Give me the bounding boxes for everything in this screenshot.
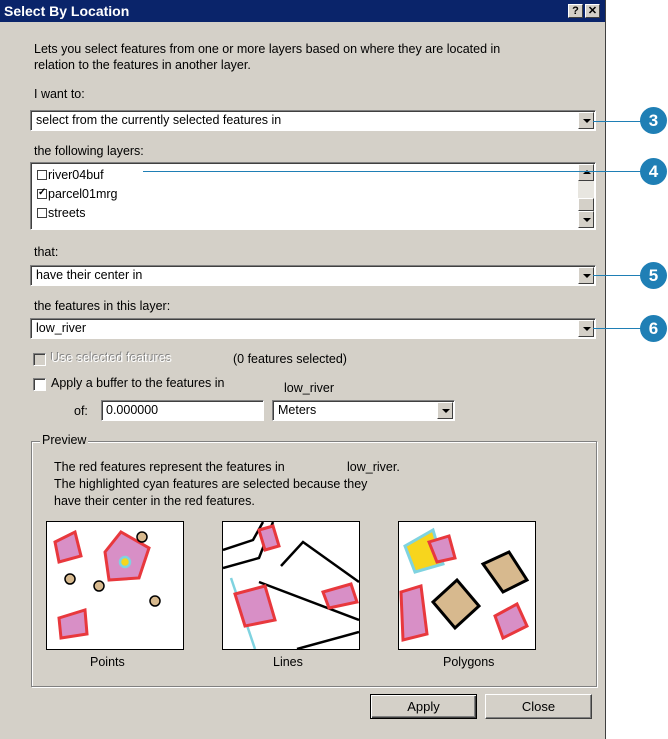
callout-6: 6 [640,315,667,342]
title-bar: Select By Location ? ✕ [0,0,605,22]
close-button[interactable]: Close [485,694,592,719]
buffer-units-dropdown-arrow[interactable] [437,402,453,419]
buffer-layer-name: low_river [284,381,335,395]
relation-value: have their center in [36,268,143,282]
apply-buffer-label: Apply a buffer to the features in [51,376,225,390]
method-value: select from the currently selected featu… [36,113,282,127]
lines-preview-graphic [222,521,360,651]
scroll-thumb[interactable] [578,198,594,211]
scroll-down-arrow[interactable] [578,211,594,228]
method-select[interactable]: select from the currently selected featu… [30,110,596,131]
buffer-units-value: Meters [278,403,317,417]
buffer-distance-input[interactable] [101,400,264,421]
layer-item-parcel01mrg[interactable]: parcel01mrg [37,187,117,201]
points-preview-graphic [53,529,161,640]
layers-scrollbar[interactable] [578,164,594,228]
preview-title: Preview [40,433,89,447]
lines-preview [222,521,360,651]
buffer-units-select[interactable]: Meters [272,400,455,421]
preview-line-2: The highlighted cyan features are select… [54,477,368,491]
close-window-button[interactable]: ✕ [585,4,600,18]
layers-list[interactable]: river04buf parcel01mrg streets [30,162,596,230]
description-line-1: Lets you select features from one or mor… [34,42,501,56]
points-caption: Points [90,655,125,669]
buffer-of-label: of: [74,404,88,418]
polygons-preview-graphic [399,527,530,642]
window-title: Select By Location [4,3,130,19]
layer-item-streets[interactable]: streets [37,206,86,220]
layer-checkbox[interactable] [37,170,47,180]
layer-checkbox[interactable] [37,208,47,218]
source-layer-dropdown-arrow[interactable] [578,320,594,337]
selected-count-text: (0 features selected) [233,352,347,366]
preview-line-1: The red features represent the features … [54,460,285,474]
callout-4-leader [143,171,641,172]
callout-6-leader [593,328,641,329]
preview-layer-name: low_river. [347,460,400,474]
layer-item-label: river04buf [48,168,104,182]
preview-line-3: have their center in the red features. [54,494,255,508]
use-selected-checkbox[interactable] [33,353,46,366]
callout-5-leader [593,275,641,276]
layer-checkbox[interactable] [37,187,47,199]
polygons-preview [398,521,536,650]
help-button[interactable]: ? [568,4,583,18]
relation-dropdown-arrow[interactable] [578,267,594,284]
relation-label: that: [34,245,59,259]
select-by-location-dialog: Select By Location ? ✕ Lets you select f… [0,0,606,739]
use-selected-label: Use selected features [51,351,172,365]
points-preview [46,521,184,650]
layer-item-label: streets [48,206,86,220]
method-dropdown-arrow[interactable] [578,112,594,129]
scroll-up-arrow[interactable] [578,164,594,181]
layer-item-river04buf[interactable]: river04buf [37,168,104,182]
apply-button[interactable]: Apply [370,694,477,719]
callout-4: 4 [640,158,667,185]
source-layer-select[interactable]: low_river [30,318,596,339]
apply-buffer-checkbox[interactable] [33,378,46,391]
relation-select[interactable]: have their center in [30,265,596,286]
layer-item-label: parcel01mrg [48,187,118,201]
source-layer-value: low_river [36,321,87,335]
callout-5: 5 [640,262,667,289]
callout-3-leader [593,121,641,122]
method-label: I want to: [34,87,85,101]
source-layer-label: the features in this layer: [34,299,171,313]
description-line-2: relation to the features in another laye… [34,58,251,72]
callout-3: 3 [640,107,667,134]
lines-caption: Lines [273,655,303,669]
buffer-distance-field[interactable] [106,403,251,417]
polygons-caption: Polygons [443,655,495,669]
layers-label: the following layers: [34,144,144,158]
